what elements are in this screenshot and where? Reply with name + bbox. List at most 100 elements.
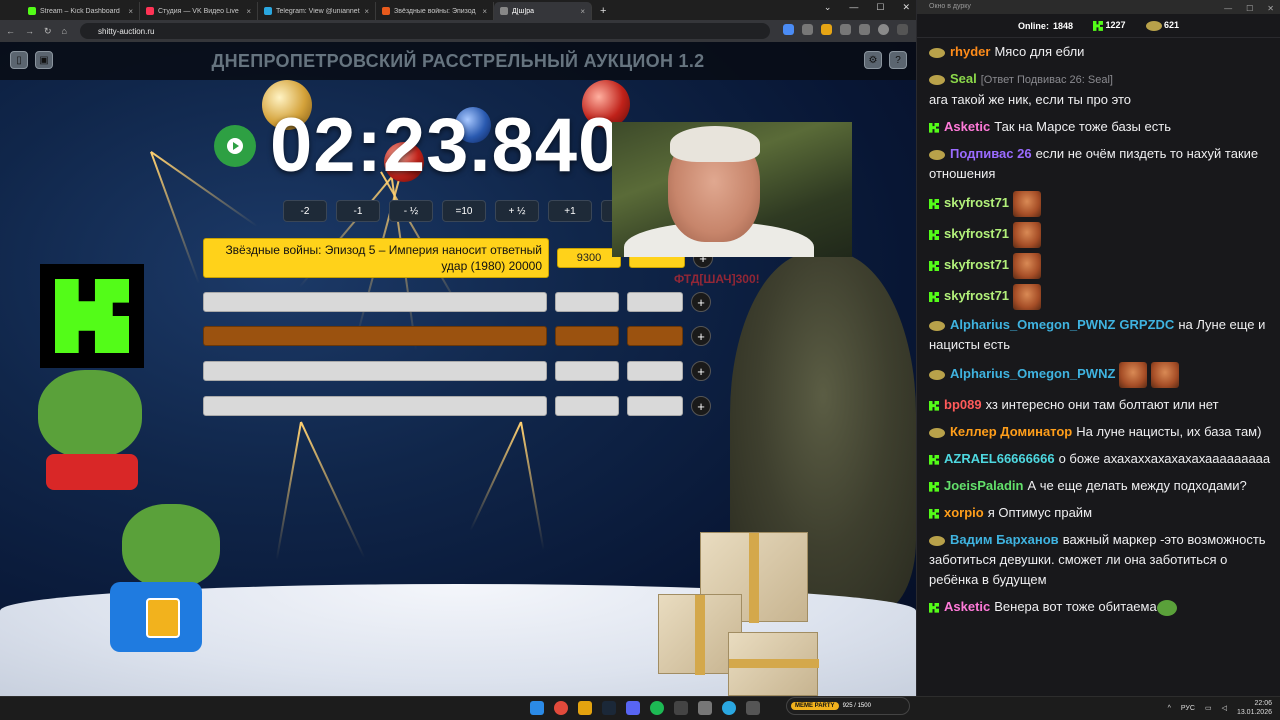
close-icon[interactable]: × xyxy=(246,7,251,16)
chat-username[interactable]: bp089 xyxy=(944,397,982,412)
chat-username[interactable]: Келлер Доминатор xyxy=(950,424,1072,439)
spotify-icon[interactable] xyxy=(650,701,664,715)
chat-username[interactable]: Вадим Барханов xyxy=(950,532,1059,547)
volume-icon[interactable]: ◁ xyxy=(1222,704,1227,712)
lot-name-input[interactable] xyxy=(203,292,547,312)
reload-icon[interactable]: ↻ xyxy=(44,26,52,37)
gear-icon: ⚙ xyxy=(868,54,878,66)
close-window-button[interactable]: ✕ xyxy=(1267,2,1274,16)
time-minus-2-button[interactable]: -2 xyxy=(283,200,327,222)
time-minus-1-button[interactable]: -1 xyxy=(336,200,380,222)
obs-icon[interactable] xyxy=(674,701,688,715)
close-icon[interactable]: × xyxy=(128,7,133,16)
add-to-lot-button[interactable]: + xyxy=(691,396,711,416)
lot-add-amount-input[interactable] xyxy=(627,292,683,312)
extension-icon[interactable] xyxy=(859,24,870,35)
steam-icon[interactable] xyxy=(602,701,616,715)
lot-name-input[interactable]: Звёздные войны: Эпизод 5 – Империя нанос… xyxy=(203,238,549,278)
kick-icon xyxy=(929,199,939,209)
network-icon[interactable]: ▭ xyxy=(1205,704,1212,712)
language-indicator[interactable]: РУС xyxy=(1181,705,1195,712)
tab-star-wars[interactable]: Звёздные войны: Эпизод 5 – Им × xyxy=(376,2,494,20)
add-to-lot-button[interactable]: + xyxy=(691,292,711,312)
time-plus-half-button[interactable]: + ½ xyxy=(495,200,539,222)
url-input[interactable]: shitty-auction.ru xyxy=(80,23,770,39)
lot-name-input[interactable] xyxy=(203,396,547,416)
chat-username[interactable]: Alpharius_Omegon_PWNZ xyxy=(950,317,1115,332)
minimize-button[interactable]: — xyxy=(1224,2,1232,16)
pepe-emote-image xyxy=(1156,599,1177,616)
lot-add-amount-input[interactable] xyxy=(627,396,683,416)
chat-username[interactable]: Alpharius_Omegon_PWNZ xyxy=(950,366,1115,381)
lot-amount-field[interactable] xyxy=(555,396,619,416)
close-icon[interactable]: × xyxy=(482,7,487,16)
back-icon[interactable]: ← xyxy=(6,26,15,36)
chat-mention[interactable]: GRPZDC xyxy=(1119,317,1174,332)
lot-amount-field[interactable] xyxy=(555,326,619,346)
add-to-lot-button[interactable]: + xyxy=(691,361,711,381)
chat-username[interactable]: JoeisPaladin xyxy=(944,478,1023,493)
lot-name-input[interactable] xyxy=(203,361,547,381)
maximize-button[interactable]: ☐ xyxy=(1246,2,1253,16)
tab-search-icon[interactable]: ⌄ xyxy=(824,2,832,13)
chat-username[interactable]: skyfrost71 xyxy=(944,195,1009,210)
tab-vk-studio[interactable]: Студия — VK Видео Live × xyxy=(140,2,258,20)
start-icon[interactable] xyxy=(530,701,544,715)
chrome-icon[interactable] xyxy=(554,701,568,715)
minimize-button[interactable]: — xyxy=(849,2,858,13)
extension-icon[interactable] xyxy=(840,24,851,35)
chat-username[interactable]: Asketic xyxy=(944,119,990,134)
lot-amount-field[interactable] xyxy=(555,361,619,381)
chat-username[interactable]: Подпивас 26 xyxy=(950,146,1032,161)
forward-icon[interactable]: → xyxy=(25,26,34,36)
lot-add-amount-input[interactable] xyxy=(627,361,683,381)
app-icon[interactable] xyxy=(746,701,760,715)
time-set-10-button[interactable]: =10 xyxy=(442,200,486,222)
chat-username[interactable]: skyfrost71 xyxy=(944,257,1009,272)
app-icon[interactable] xyxy=(698,701,712,715)
time-minus-half-button[interactable]: - ½ xyxy=(389,200,433,222)
play-button[interactable] xyxy=(214,125,256,167)
close-window-button[interactable]: ✕ xyxy=(902,2,910,13)
close-icon[interactable]: × xyxy=(364,7,369,16)
browser-window: Stream – Kick Dashboard × Студия — VK Ви… xyxy=(0,0,916,696)
clock[interactable]: 22:06 13.01.2026 xyxy=(1237,699,1272,717)
kick-icon xyxy=(929,400,939,411)
tab-telegram[interactable]: Telegram: View @uniannet × xyxy=(258,2,376,20)
discord-icon[interactable] xyxy=(626,701,640,715)
settings-button[interactable]: ⚙ xyxy=(864,51,882,69)
close-icon[interactable]: × xyxy=(580,7,585,16)
chat-username[interactable]: rhyder xyxy=(950,44,990,59)
time-plus-1-button[interactable]: +1 xyxy=(548,200,592,222)
chat-username[interactable]: xorpio xyxy=(944,505,984,520)
help-button[interactable]: ? xyxy=(889,51,907,69)
online-count: 1848 xyxy=(1052,20,1073,31)
menu-icon[interactable] xyxy=(897,24,908,35)
extension-icon[interactable] xyxy=(802,24,813,35)
chat-window-titlebar: Окно в дурку — ☐ ✕ xyxy=(917,0,1280,14)
tab-kick-dashboard[interactable]: Stream – Kick Dashboard × xyxy=(22,2,140,20)
add-to-lot-button[interactable]: + xyxy=(691,326,711,346)
chat-username[interactable]: Asketic xyxy=(944,599,990,614)
chat-username[interactable]: Seal xyxy=(950,71,977,86)
telegram-icon[interactable] xyxy=(722,701,736,715)
lot-amount-field[interactable] xyxy=(555,292,619,312)
extension-icon[interactable] xyxy=(821,24,832,35)
folder-icon[interactable] xyxy=(578,701,592,715)
home-icon[interactable]: ⌂ xyxy=(62,26,67,36)
meme-party-widget[interactable]: MEME PARTY 925 / 1500 xyxy=(786,697,910,715)
chat-username[interactable]: skyfrost71 xyxy=(944,288,1009,303)
new-tab-button[interactable]: + xyxy=(592,2,614,20)
bookmark-star-icon[interactable] xyxy=(783,24,794,35)
tray-chevron-icon[interactable]: ^ xyxy=(1168,705,1171,712)
chat-username[interactable]: skyfrost71 xyxy=(944,226,1009,241)
lot-name-input[interactable] xyxy=(203,326,547,346)
chat-username[interactable]: AZRAEL66666666 xyxy=(944,451,1055,466)
lot-row: + xyxy=(203,326,711,346)
window-controls: ⌄ — ☐ ✕ xyxy=(824,2,910,13)
maximize-button[interactable]: ☐ xyxy=(876,2,884,13)
tab-auction[interactable]: Д[ш]ра × xyxy=(494,2,592,20)
chat-text: Так на Марсе тоже базы есть xyxy=(994,119,1171,134)
profile-icon[interactable] xyxy=(878,24,889,35)
lot-add-amount-input[interactable] xyxy=(627,326,683,346)
